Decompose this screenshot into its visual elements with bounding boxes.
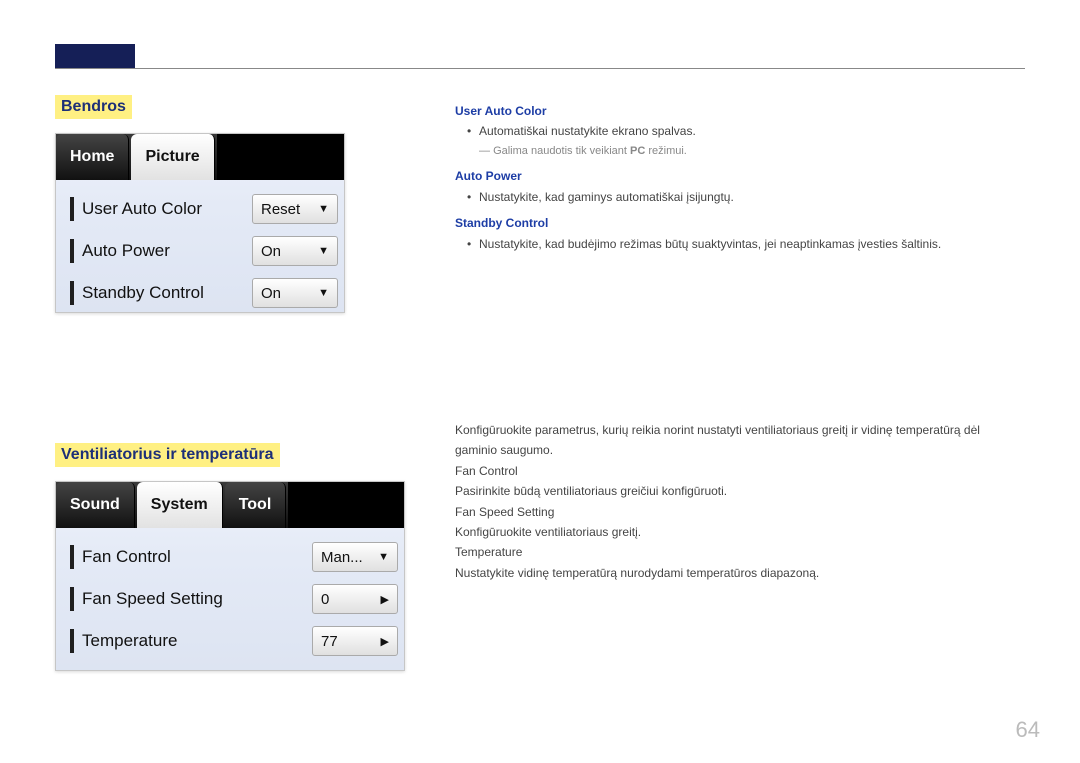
- stepper-temperature[interactable]: 77 ▶: [312, 626, 398, 656]
- row-label-standby-control: Standby Control: [82, 283, 252, 303]
- select-value: Man...: [321, 549, 363, 566]
- description-general: User Auto Color Automatiškai nustatykite…: [455, 95, 1025, 254]
- text-auto-power: Nustatykite, kad gaminys automatiškai įs…: [455, 187, 1025, 207]
- text-user-auto-color: Automatiškai nustatykite ekrano spalvas.: [455, 121, 1025, 141]
- heading-user-auto-color: User Auto Color: [455, 101, 1025, 121]
- row-label-auto-power: Auto Power: [82, 241, 252, 261]
- tabs-general: Home Picture: [56, 134, 344, 180]
- screenshot-fan-temp: Sound System Tool Fan Control Man... ▼ F…: [55, 481, 405, 671]
- tab-system[interactable]: System: [137, 482, 223, 528]
- heading-fan-speed: Fan Speed Setting: [455, 502, 1025, 522]
- section-title-general: Bendros: [55, 95, 132, 119]
- section-title-fan-temp: Ventiliatorius ir temperatūra: [55, 443, 280, 467]
- text-fan-control: Pasirinkite būdą ventiliatoriaus greičiu…: [455, 481, 1025, 501]
- chevron-down-icon: ▼: [318, 245, 329, 257]
- header-accent: [55, 44, 135, 68]
- chevron-right-icon: ▶: [381, 635, 389, 648]
- row-fan-speed: Fan Speed Setting 0 ▶: [62, 578, 398, 620]
- text-intro-fan-temp: Konfigūruokite parametrus, kurių reikia …: [455, 420, 1025, 461]
- select-value: On: [261, 285, 281, 302]
- settings-list-fan-temp: Fan Control Man... ▼ Fan Speed Setting 0…: [56, 528, 404, 670]
- row-indicator-icon: [70, 239, 74, 263]
- row-label-temperature: Temperature: [82, 631, 312, 651]
- chevron-down-icon: ▼: [378, 551, 389, 563]
- row-label-fan-speed: Fan Speed Setting: [82, 589, 312, 609]
- heading-auto-power: Auto Power: [455, 166, 1025, 186]
- row-indicator-icon: [70, 197, 74, 221]
- chevron-right-icon: ▶: [381, 593, 389, 606]
- select-user-auto-color[interactable]: Reset ▼: [252, 194, 338, 224]
- tab-picture[interactable]: Picture: [131, 134, 214, 180]
- tabs-fan-temp: Sound System Tool: [56, 482, 404, 528]
- note-user-auto-color: ― Galima naudotis tik veikiant PC režimu…: [455, 142, 1025, 161]
- row-indicator-icon: [70, 545, 74, 569]
- tab-tool[interactable]: Tool: [225, 482, 287, 528]
- row-temperature: Temperature 77 ▶: [62, 620, 398, 662]
- tab-home[interactable]: Home: [56, 134, 129, 180]
- row-indicator-icon: [70, 629, 74, 653]
- row-label-fan-control: Fan Control: [82, 547, 312, 567]
- row-auto-power: Auto Power On ▼: [62, 230, 338, 272]
- heading-standby-control: Standby Control: [455, 213, 1025, 233]
- text-fan-speed: Konfigūruokite ventiliatoriaus greitį.: [455, 522, 1025, 542]
- heading-temperature: Temperature: [455, 542, 1025, 562]
- select-auto-power[interactable]: On ▼: [252, 236, 338, 266]
- select-value: On: [261, 243, 281, 260]
- row-user-auto-color: User Auto Color Reset ▼: [62, 188, 338, 230]
- settings-list-general: User Auto Color Reset ▼ Auto Power On ▼ …: [56, 180, 344, 322]
- tab-gap: [217, 134, 344, 180]
- select-standby-control[interactable]: On ▼: [252, 278, 338, 308]
- stepper-fan-speed[interactable]: 0 ▶: [312, 584, 398, 614]
- tab-gap: [288, 482, 404, 528]
- row-standby-control: Standby Control On ▼: [62, 272, 338, 314]
- stepper-value: 77: [321, 633, 338, 650]
- stepper-value: 0: [321, 591, 329, 608]
- description-fan-temp: Konfigūruokite parametrus, kurių reikia …: [455, 420, 1025, 583]
- chevron-down-icon: ▼: [318, 203, 329, 215]
- text-temperature: Nustatykite vidinę temperatūrą nurodydam…: [455, 563, 1025, 583]
- tab-sound[interactable]: Sound: [56, 482, 135, 528]
- row-label-user-auto-color: User Auto Color: [82, 199, 252, 219]
- text-standby-control: Nustatykite, kad budėjimo režimas būtų s…: [455, 234, 1025, 254]
- row-indicator-icon: [70, 587, 74, 611]
- select-value: Reset: [261, 201, 300, 218]
- row-indicator-icon: [70, 281, 74, 305]
- page-number: 64: [1016, 717, 1040, 743]
- heading-fan-control: Fan Control: [455, 461, 1025, 481]
- chevron-down-icon: ▼: [318, 287, 329, 299]
- row-fan-control: Fan Control Man... ▼: [62, 536, 398, 578]
- select-fan-control[interactable]: Man... ▼: [312, 542, 398, 572]
- header-rule: [55, 68, 1025, 69]
- screenshot-general: Home Picture User Auto Color Reset ▼ Aut…: [55, 133, 345, 313]
